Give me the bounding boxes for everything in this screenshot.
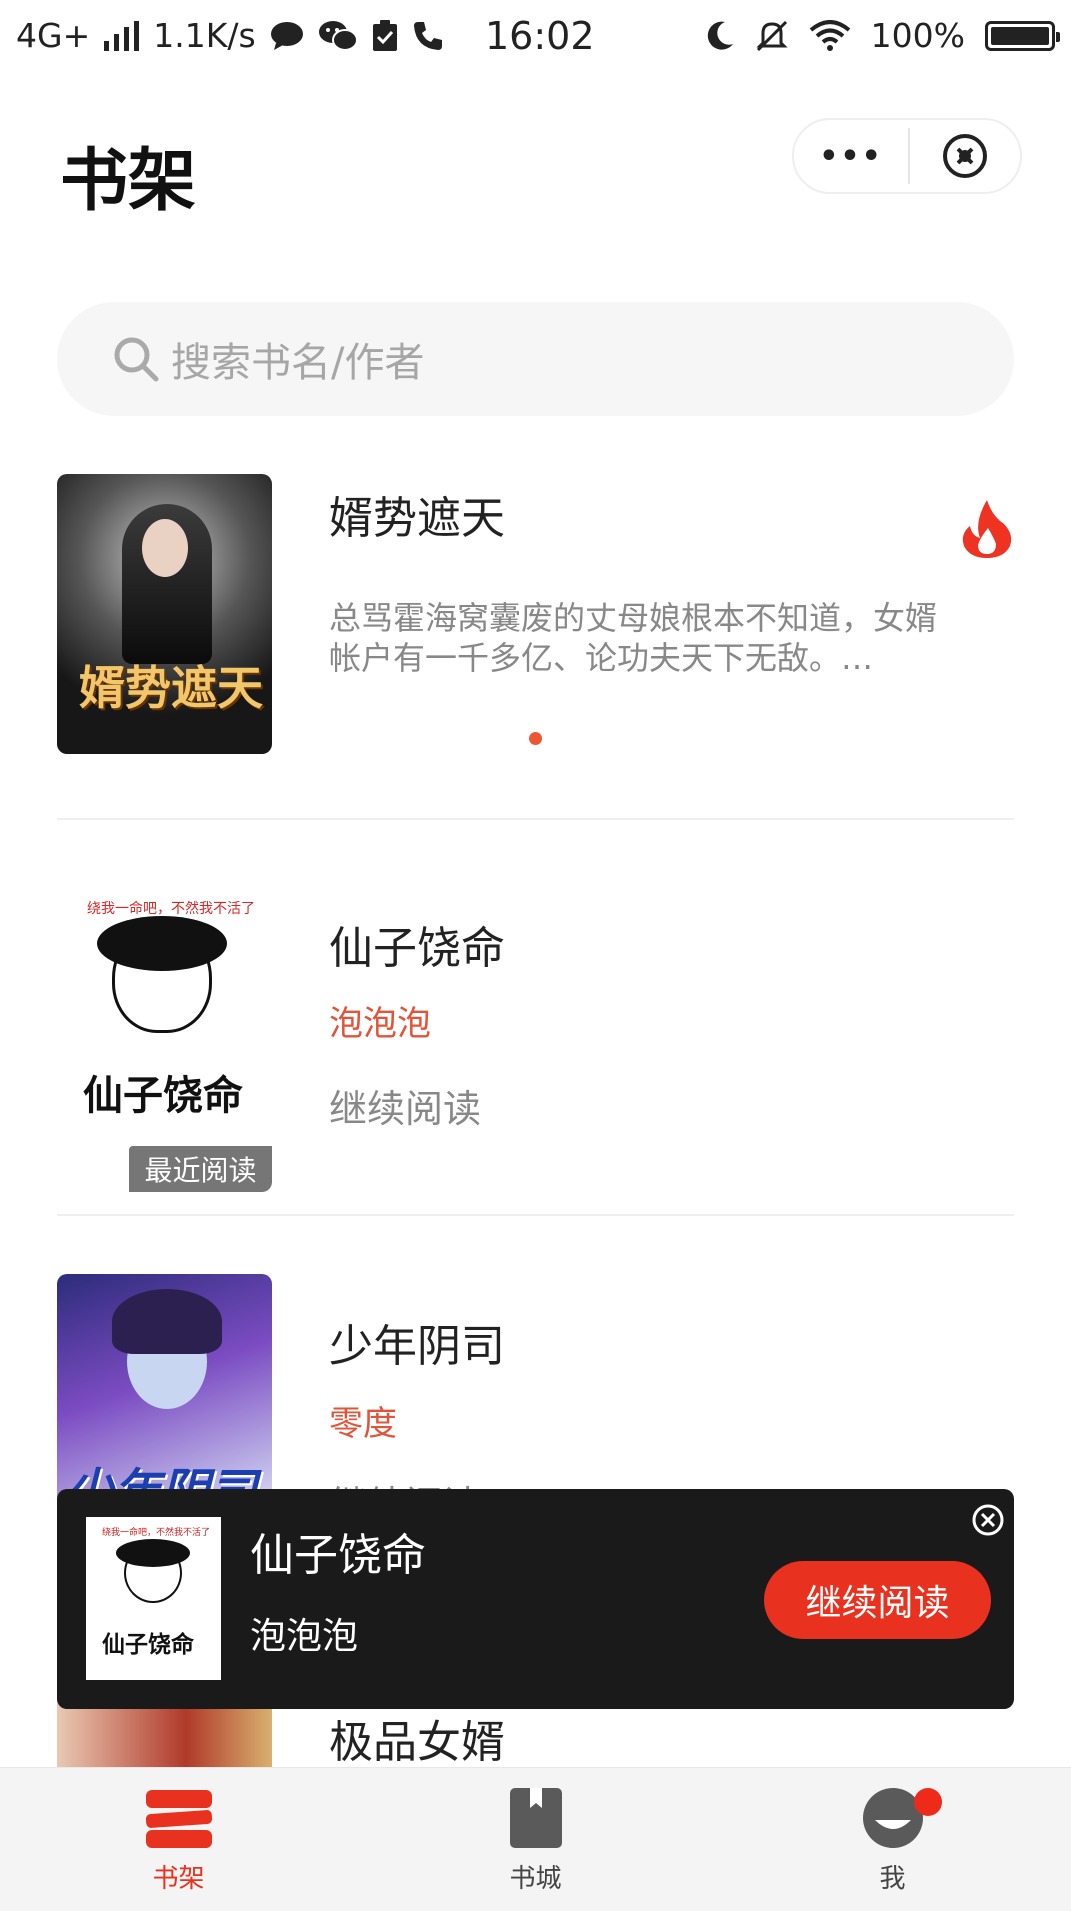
cover-doodle: [116, 1539, 190, 1603]
bookshelf-icon: [145, 1790, 212, 1848]
book-author: 零度: [329, 1404, 397, 1444]
wechat-icon: [318, 20, 358, 51]
battery-icon: [985, 20, 1060, 51]
wifi-icon: [809, 19, 850, 51]
book-title: 少年阴司: [329, 1321, 505, 1372]
signal-icon: [104, 20, 140, 51]
cover-title-art: 仙子饶命: [102, 1631, 194, 1658]
battery-percent: 100%: [870, 16, 965, 55]
float-book-cover[interactable]: 绕我一命吧，不然我不活了 仙子饶命: [86, 1517, 221, 1680]
cover-hair: [112, 1289, 222, 1354]
status-left: 4G+ 1.1K/s: [16, 16, 444, 55]
network-label: 4G+: [16, 16, 91, 55]
clock: 16:02: [485, 14, 595, 58]
continue-reading-link[interactable]: 继续阅读: [329, 1078, 481, 1133]
search-placeholder: 搜索书名/作者: [171, 340, 425, 386]
page-title: 书架: [60, 142, 197, 221]
chat-bubble-icon: [270, 21, 303, 50]
moon-icon: [707, 21, 733, 50]
cover-title-art: 婿势遮天: [79, 661, 263, 715]
status-bar: 4G+ 1.1K/s 16:02 100%: [0, 0, 1071, 75]
float-book-author: 泡泡泡: [250, 1616, 359, 1657]
tab-label: 书城: [509, 1864, 562, 1894]
book-author: 泡泡泡: [329, 1004, 431, 1044]
tab-label: 书架: [152, 1864, 205, 1894]
list-divider: [57, 1214, 1014, 1216]
tab-me[interactable]: 我: [714, 1768, 1071, 1911]
notification-dot: [914, 1788, 942, 1816]
book-item-xzrm[interactable]: 绕我一命吧，不然我不活了 仙子饶命 最近阅读 仙子饶命 泡泡泡 继续阅读: [57, 878, 1014, 1192]
phone-call-icon: [413, 21, 442, 50]
tab-bookstore[interactable]: 书城: [357, 1768, 714, 1911]
book-title: 仙子饶命: [329, 923, 505, 974]
pager-dot: [529, 732, 542, 745]
search-input[interactable]: 搜索书名/作者: [57, 302, 1014, 416]
book-cover[interactable]: 婿势遮天: [57, 474, 272, 754]
book-title: 极品女婿: [329, 1717, 505, 1767]
status-right: 100%: [705, 16, 1060, 55]
continue-reading-button[interactable]: 继续阅读: [764, 1561, 991, 1639]
network-speed: 1.1K/s: [153, 16, 256, 55]
cover-doodle: [97, 916, 227, 1033]
book-title: 婿势遮天: [329, 493, 505, 544]
close-bar-icon[interactable]: [971, 1503, 1005, 1537]
search-icon: [114, 337, 159, 382]
continue-reading-bar[interactable]: 绕我一命吧，不然我不活了 仙子饶命 仙子饶命 泡泡泡 继续阅读: [57, 1489, 1014, 1709]
book-cover[interactable]: 绕我一命吧，不然我不活了 仙子饶命: [57, 878, 272, 1158]
cover-title-art: 仙子饶命: [83, 1072, 243, 1119]
book-item-xsstz[interactable]: 婿势遮天 婿势遮天 总骂霍海窝囊废的丈母娘根本不知道，女婿帐户有一千多亿、论功夫…: [57, 474, 1014, 774]
cover-tagline: 绕我一命吧，不然我不活了: [87, 901, 255, 917]
tab-bookshelf[interactable]: 书架: [0, 1768, 357, 1911]
list-divider: [57, 818, 1014, 820]
tab-label: 我: [879, 1864, 906, 1894]
cover-tagline: 绕我一命吧，不然我不活了: [102, 1528, 211, 1538]
hot-flame-icon: [962, 500, 1012, 558]
close-circle-icon: [943, 134, 987, 178]
bottom-tab-bar: 书架 书城 我: [0, 1767, 1071, 1911]
more-button[interactable]: •••: [794, 120, 908, 192]
float-book-title: 仙子饶命: [250, 1530, 426, 1581]
cover-face: [142, 519, 188, 577]
book-icon: [509, 1788, 562, 1848]
recent-read-badge: 最近阅读: [129, 1146, 272, 1192]
close-button[interactable]: [910, 120, 1020, 192]
mini-program-capsule: •••: [792, 118, 1022, 194]
book-description: 总骂霍海窝囊废的丈母娘根本不知道，女婿帐户有一千多亿、论功夫天下无敌。…: [329, 599, 938, 677]
clipboard-check-icon: [372, 19, 397, 51]
bell-muted-icon: [756, 20, 788, 51]
